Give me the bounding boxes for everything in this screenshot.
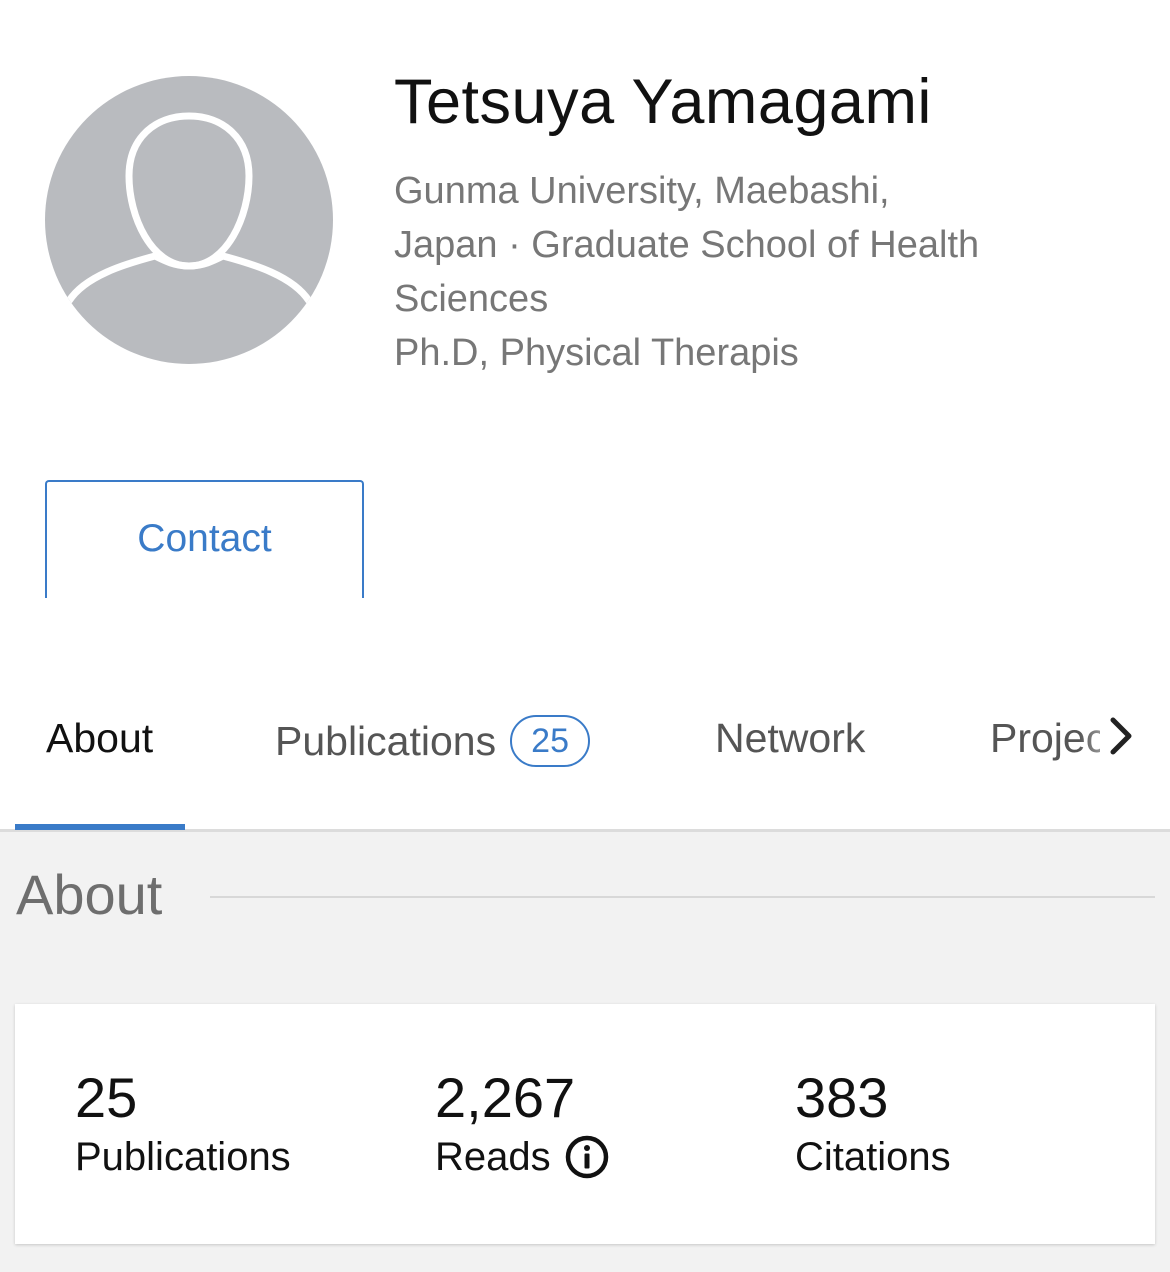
avatar — [45, 76, 333, 364]
stat-label: Reads — [435, 1135, 551, 1179]
tab-about[interactable]: About — [46, 715, 153, 762]
default-person-icon — [65, 112, 313, 305]
stat-value: 2,267 — [435, 1066, 576, 1129]
affiliation-line: Sciences — [394, 278, 549, 320]
stat-label: Citations — [795, 1135, 951, 1179]
stat-reads[interactable]: 2,267 Reads — [435, 1066, 609, 1184]
stat-value: 25 — [75, 1066, 138, 1129]
profile-affiliation: Gunma University, Maebashi, Japan · Grad… — [394, 164, 1114, 380]
active-tab-indicator — [15, 824, 185, 830]
profile-degree: Ph.D, Physical Therapis — [394, 332, 799, 374]
section-title: About — [16, 863, 163, 926]
profile-header: Tetsuya Yamagami Gunma University, Maeba… — [0, 0, 1170, 660]
stats-card: 25 Publications 2,267 Reads 383 Citation… — [15, 1004, 1155, 1244]
affiliation-line: Gunma University, Maebashi, — [394, 170, 890, 212]
stat-publications[interactable]: 25 Publications — [75, 1066, 291, 1184]
stat-value: 383 — [795, 1066, 889, 1129]
affiliation-line: Japan · Graduate School of Health — [394, 224, 980, 266]
publications-count-badge: 25 — [510, 715, 591, 767]
tab-network[interactable]: Network — [715, 715, 865, 762]
about-section: About 25 Publications 2,267 Reads 383 Ci… — [0, 832, 1170, 1272]
stat-citations[interactable]: 383 Citations — [795, 1066, 951, 1184]
tab-projects[interactable]: Projects — [990, 715, 1100, 762]
info-icon[interactable] — [565, 1135, 609, 1179]
chevron-right-icon[interactable] — [1103, 714, 1139, 758]
profile-name: Tetsuya Yamagami — [394, 67, 932, 137]
tab-publications[interactable]: Publications 25 — [275, 715, 591, 767]
stat-label: Publications — [75, 1135, 291, 1179]
profile-tabs: About Publications 25 Network Projects — [0, 660, 1170, 832]
tab-label: Publications — [275, 717, 497, 764]
contact-button[interactable]: Contact — [45, 480, 364, 598]
section-divider — [210, 896, 1155, 898]
tab-label: Projects — [990, 715, 1100, 761]
stat-label-row: Reads — [435, 1130, 609, 1184]
